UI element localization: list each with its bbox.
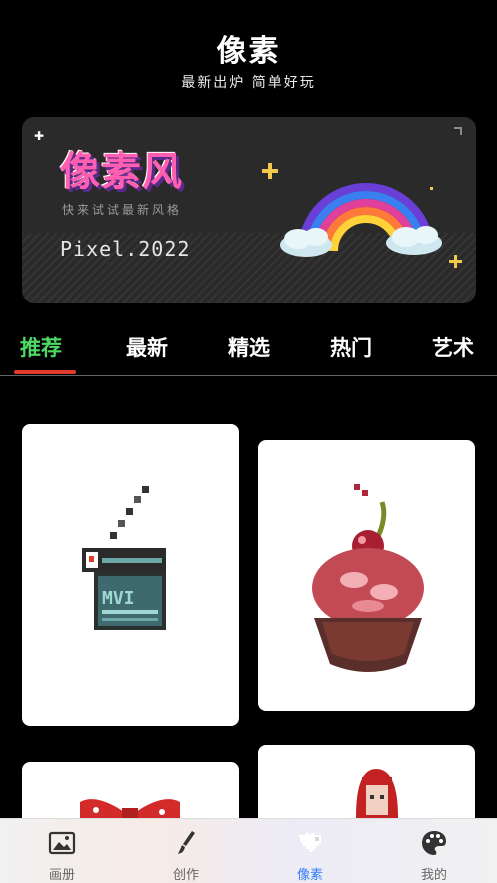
tab-art[interactable]: 艺术 [432,332,474,362]
promo-banner[interactable]: ✚ 像素风 快来试试最新风格 Pixel.2022 [22,117,476,303]
nav-mine-label: 我的 [420,868,447,883]
tab-featured[interactable]: 精选 [228,332,270,362]
bottom-navigation: 画册 创作 像素 我的 [0,818,497,883]
page-header: 像素 最新出炉 简单好玩 [0,0,497,110]
palette-icon [422,831,446,855]
page-subtitle: 最新出炉 简单好玩 [181,75,316,91]
banner-title: 像素风 [60,149,183,195]
nav-create[interactable]: 创作 [124,819,248,883]
pixel-heart-icon [299,833,321,852]
category-tabs: 推荐 最新 精选 热门 艺术 [0,322,497,376]
rainbow-icon [262,163,462,268]
svg-text:MVI: MVI [102,588,135,609]
brush-icon [178,831,195,854]
banner-pixel-text: Pixel.2022 [60,237,191,261]
cherry-cake-icon [312,484,424,672]
page-title: 像素 [216,34,281,69]
banner-tagline: 快来试试最新风格 [62,203,183,217]
nav-create-label: 创作 [172,868,199,883]
tab-popular[interactable]: 热门 [330,332,372,362]
nav-mine[interactable]: 我的 [372,819,496,883]
nav-pixel-label: 像素 [296,868,323,883]
gallery-card[interactable] [258,440,475,711]
album-icon [48,831,76,855]
corner-bracket-icon [454,127,462,135]
sparkle-icon: ✚ [34,129,45,143]
gallery-card[interactable]: MVI [22,424,239,726]
tab-latest[interactable]: 最新 [126,332,168,362]
nav-album[interactable]: 画册 [0,819,124,883]
nav-pixel[interactable]: 像素 [248,819,372,883]
clapperboard-icon: MVI [82,486,166,630]
tab-recommended[interactable]: 推荐 [20,332,62,362]
nav-album-label: 画册 [48,868,75,883]
active-tab-indicator [14,370,76,374]
